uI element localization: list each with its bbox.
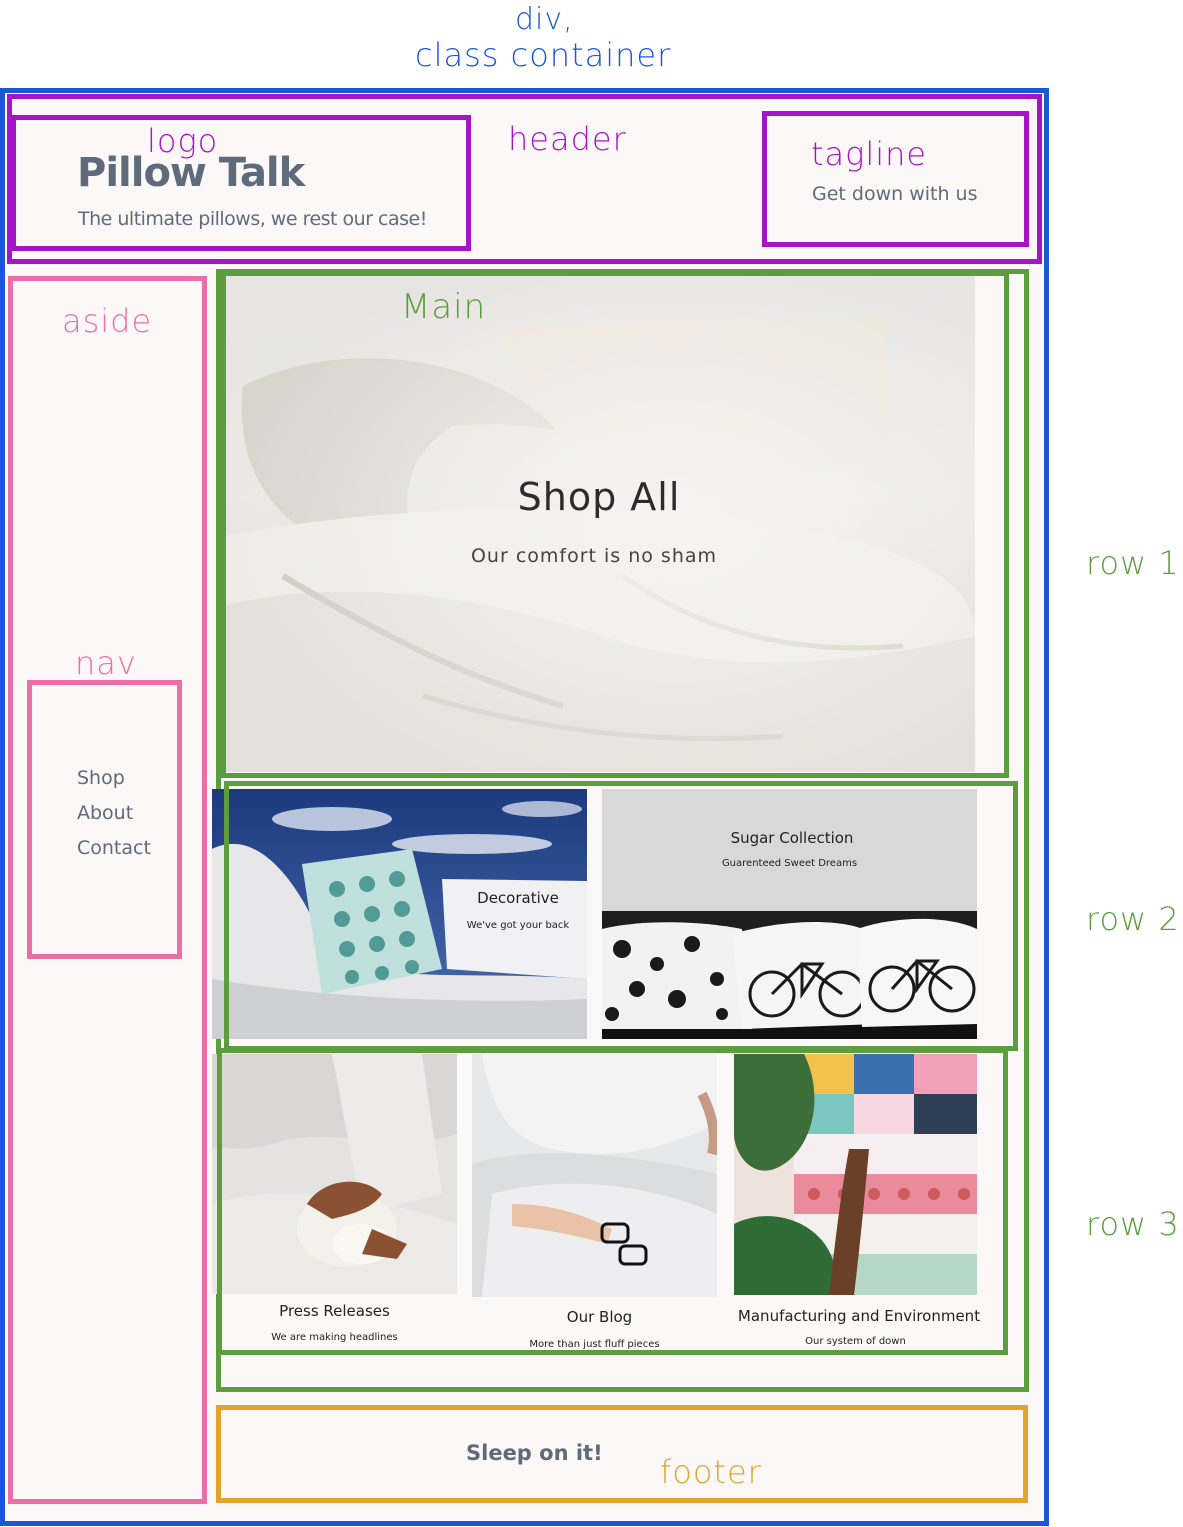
container-annotation: div,: [515, 2, 574, 37]
footer-text: Sleep on it!: [466, 1441, 603, 1465]
nav-item-about[interactable]: About: [77, 802, 133, 824]
footer-box: [216, 1405, 1028, 1503]
footer-annotation: footer: [660, 1453, 762, 1491]
container-class-annotation: class container: [415, 36, 672, 74]
logo-subtitle: The ultimate pillows, we rest our case!: [78, 208, 427, 230]
tagline-box: [762, 111, 1029, 247]
header-annotation: header: [508, 120, 627, 158]
tagline-text: Get down with us: [812, 183, 978, 205]
row-3-annotation: row 3: [1086, 1205, 1180, 1243]
tagline-annotation: tagline: [811, 135, 928, 173]
nav-item-contact[interactable]: Contact: [77, 837, 151, 859]
row-2-box: [224, 781, 1018, 1051]
aside-annotation: aside: [62, 302, 153, 340]
row-1-annotation: row 1: [1086, 544, 1180, 582]
nav-item-shop[interactable]: Shop: [77, 767, 125, 789]
logo-title[interactable]: Pillow Talk: [77, 150, 305, 196]
nav-annotation: nav: [75, 644, 137, 682]
main-annotation: Main: [401, 287, 487, 327]
row-3-box: [217, 1048, 1008, 1355]
row-2-annotation: row 2: [1086, 900, 1180, 938]
row-1-box: [221, 271, 1009, 778]
